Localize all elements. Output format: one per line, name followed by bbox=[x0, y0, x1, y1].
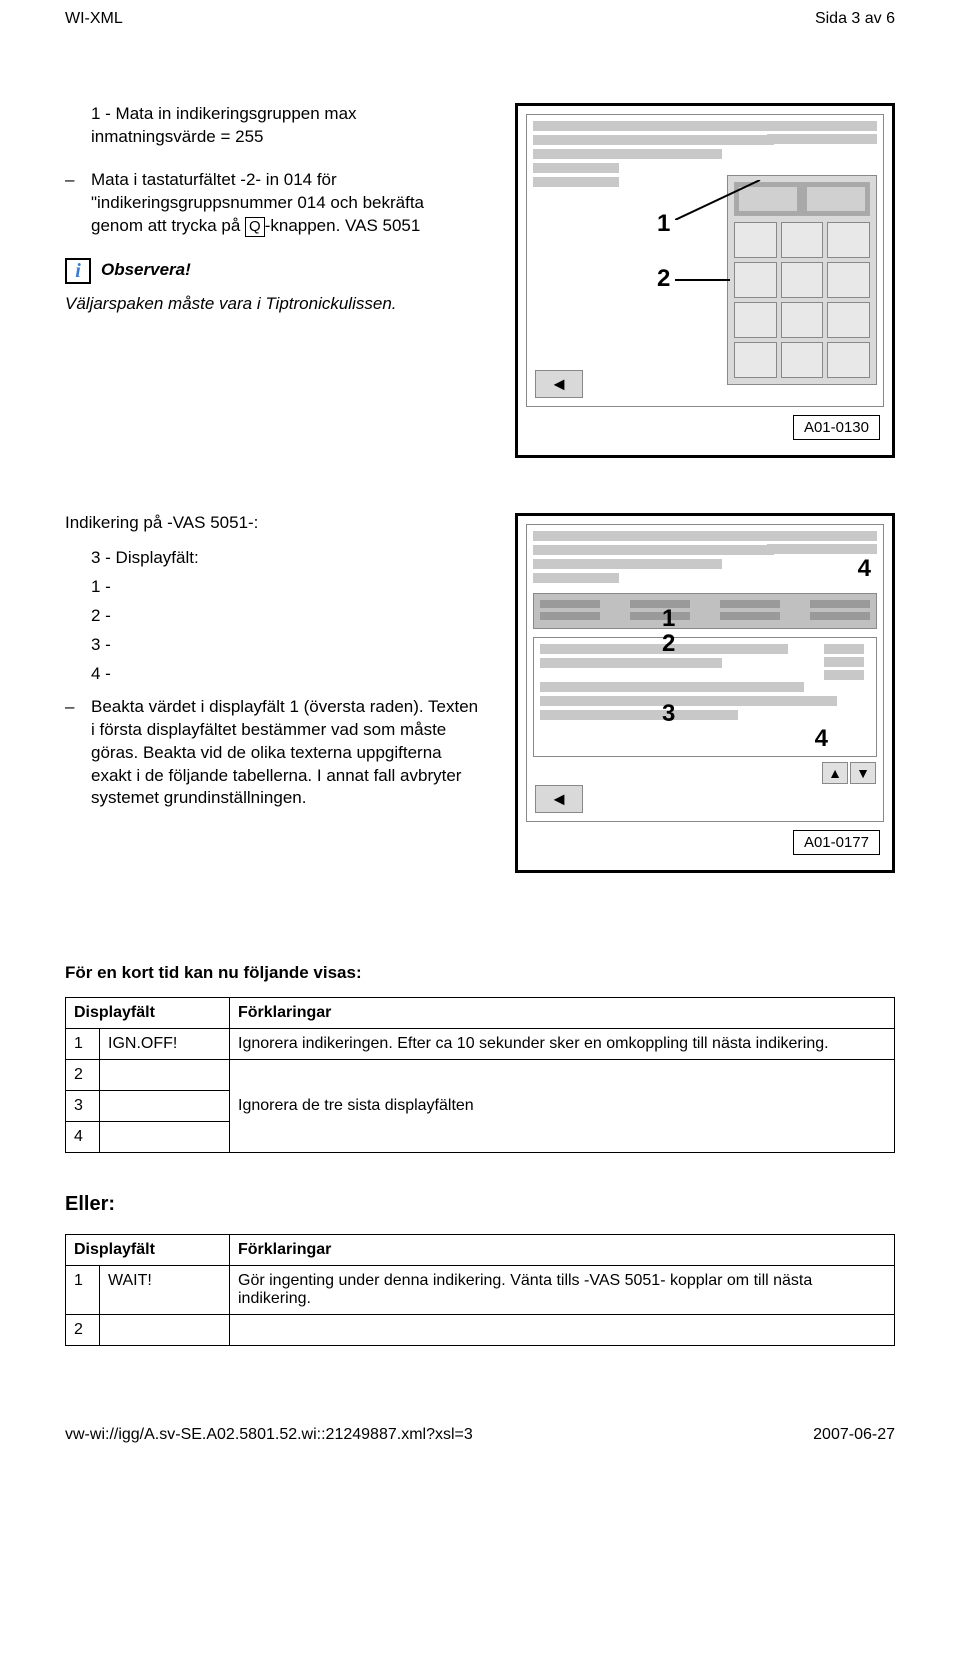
table-row: 2 bbox=[66, 1315, 895, 1346]
text: 1 - Mata in indikeringsgruppen max inmat… bbox=[91, 103, 480, 149]
list-item: 1 - bbox=[65, 576, 480, 599]
table-2: Displayfält Förklaringar 1 WAIT! Gör ing… bbox=[65, 1234, 895, 1346]
info-icon: i bbox=[65, 258, 91, 284]
page-header: WI-XML Sida 3 av 6 bbox=[65, 10, 895, 28]
table2-col1: Displayfält bbox=[66, 1235, 230, 1266]
table1-heading: För en kort tid kan nu följande visas: bbox=[65, 963, 895, 983]
figure-label: A01-0177 bbox=[793, 830, 880, 855]
table1-col2: Förklaringar bbox=[230, 998, 895, 1029]
table-row: 1 IGN.OFF! Ignorera indikeringen. Efter … bbox=[66, 1029, 895, 1060]
page-footer: vw-wi://igg/A.sv-SE.A02.5801.52.wi::2124… bbox=[65, 1426, 895, 1444]
figure-label: A01-0130 bbox=[793, 415, 880, 440]
eller-heading: Eller: bbox=[65, 1193, 895, 1216]
callout-2: 2 bbox=[662, 630, 675, 658]
table-row: 2 Ignorera de tre sista displayfälten bbox=[66, 1060, 895, 1091]
info-label: Observera! bbox=[101, 258, 191, 280]
list-item: 3 - Displayfält: bbox=[65, 547, 480, 570]
figure-a01-0130: 1 2 ◄ A01-0130 bbox=[515, 103, 895, 458]
figure-a01-0177: ▲ ▼ 1 2 3 4 bbox=[515, 513, 895, 873]
text: Beakta värdet i displayfält 1 (översta r… bbox=[91, 696, 480, 811]
list-item: – Mata i tastaturfältet -2- in 014 för "… bbox=[65, 169, 480, 238]
footer-left: vw-wi://igg/A.sv-SE.A02.5801.52.wi::2124… bbox=[65, 1426, 473, 1444]
table1-col1: Displayfält bbox=[66, 998, 230, 1029]
header-left: WI-XML bbox=[65, 10, 123, 28]
back-arrow-icon: ◄ bbox=[535, 785, 583, 813]
footer-right: 2007-06-27 bbox=[813, 1426, 895, 1444]
list-item: – Beakta värdet i displayfält 1 (översta… bbox=[65, 696, 480, 811]
scroll-up-icon: ▲ bbox=[822, 762, 848, 784]
list-item: 3 - bbox=[65, 634, 480, 657]
callout-4b: 4 bbox=[815, 725, 828, 753]
header-right: Sida 3 av 6 bbox=[815, 10, 895, 28]
scroll-down-icon: ▼ bbox=[850, 762, 876, 784]
back-arrow-icon: ◄ bbox=[535, 370, 583, 398]
list-item: 1 - Mata in indikeringsgruppen max inmat… bbox=[65, 103, 480, 149]
text: Mata i tastaturfältet -2- in 014 för "in… bbox=[91, 169, 480, 238]
info-note-text: Väljarspaken måste vara i Tiptronickulis… bbox=[65, 294, 480, 314]
table-1: Displayfält Förklaringar 1 IGN.OFF! Igno… bbox=[65, 997, 895, 1153]
table-row: 1 WAIT! Gör ingenting under denna indike… bbox=[66, 1266, 895, 1315]
callout-4: 4 bbox=[858, 555, 871, 583]
block2-heading: Indikering på -VAS 5051-: bbox=[65, 513, 480, 533]
key-q: Q bbox=[245, 217, 265, 237]
list-item: 4 - bbox=[65, 663, 480, 686]
callout-1: 1 bbox=[657, 210, 670, 238]
callout-1: 1 bbox=[662, 605, 675, 633]
info-note-row: i Observera! bbox=[65, 258, 480, 284]
list-item: 2 - bbox=[65, 605, 480, 628]
callout-2: 2 bbox=[657, 265, 670, 293]
table2-col2: Förklaringar bbox=[230, 1235, 895, 1266]
callout-3: 3 bbox=[662, 700, 675, 728]
